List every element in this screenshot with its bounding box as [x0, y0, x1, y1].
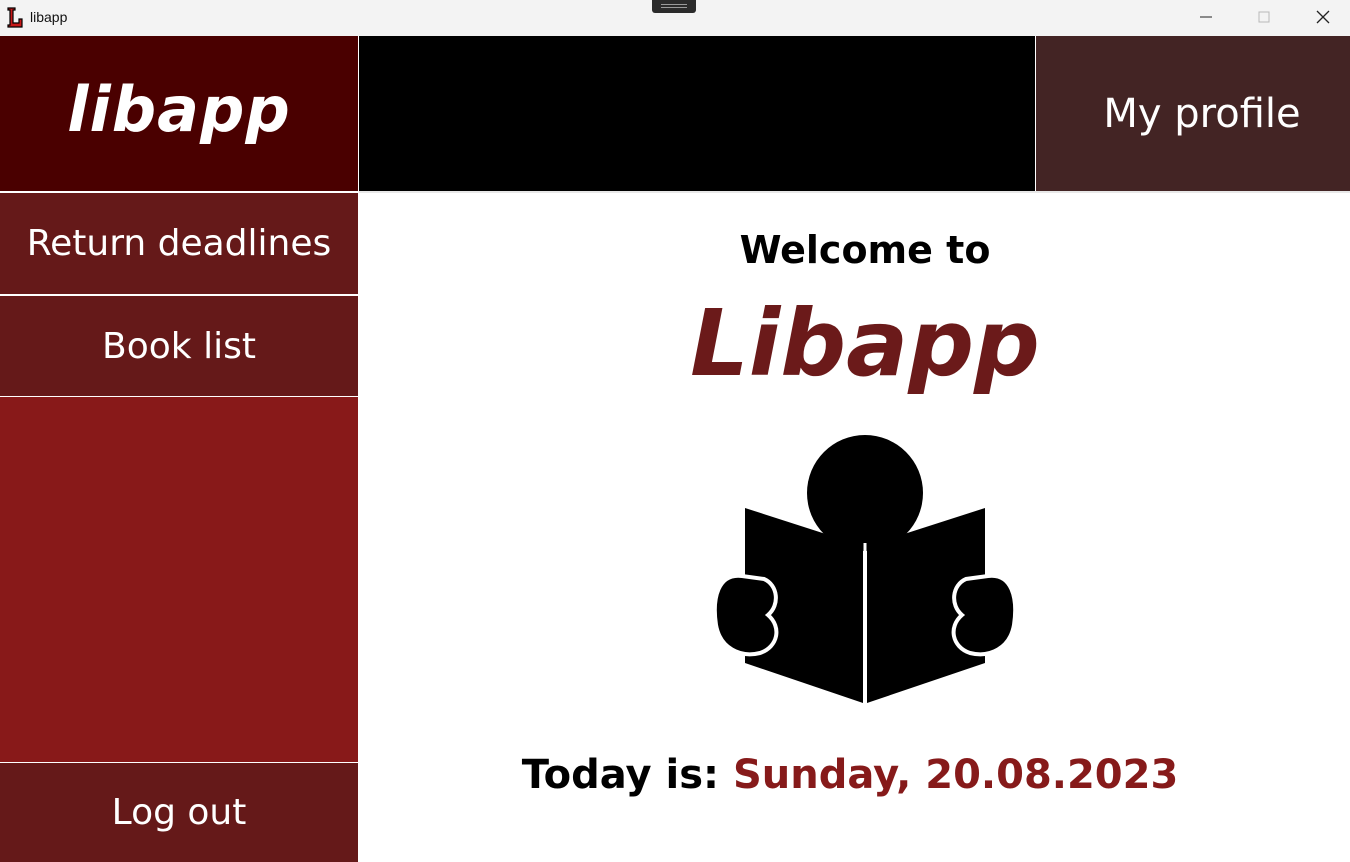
- today-date: Sunday, 20.08.2023: [733, 752, 1179, 798]
- snap-layout-handle[interactable]: [652, 0, 696, 13]
- libapp-L-icon: [7, 7, 23, 28]
- sidebar-logo: libapp: [67, 73, 291, 146]
- welcome-heading: Welcome to: [739, 228, 991, 272]
- maximize-button[interactable]: [1235, 0, 1293, 34]
- maximize-icon: [1258, 11, 1270, 23]
- today-display: Today is: Sunday, 20.08.2023: [500, 752, 1200, 798]
- window-title: libapp: [30, 9, 68, 25]
- window-titlebar: libapp: [0, 0, 1350, 36]
- close-button[interactable]: [1294, 0, 1350, 34]
- sidebar-empty-area: [0, 397, 358, 762]
- sidebar-logo-panel: libapp: [0, 36, 358, 191]
- book-list-button[interactable]: Book list: [0, 296, 358, 396]
- my-profile-button[interactable]: My profile: [1036, 36, 1350, 191]
- minimize-button[interactable]: [1177, 0, 1235, 34]
- log-out-button[interactable]: Log out: [0, 763, 358, 862]
- close-icon: [1316, 10, 1330, 24]
- header-bar: [359, 36, 1035, 191]
- person-reading-book-icon: [712, 435, 1018, 705]
- today-label: Today is:: [521, 752, 720, 798]
- return-deadlines-button[interactable]: Return deadlines: [0, 193, 358, 294]
- minimize-icon: [1200, 16, 1212, 18]
- brand-title: Libapp: [690, 290, 1040, 397]
- header-divider: [359, 191, 1350, 193]
